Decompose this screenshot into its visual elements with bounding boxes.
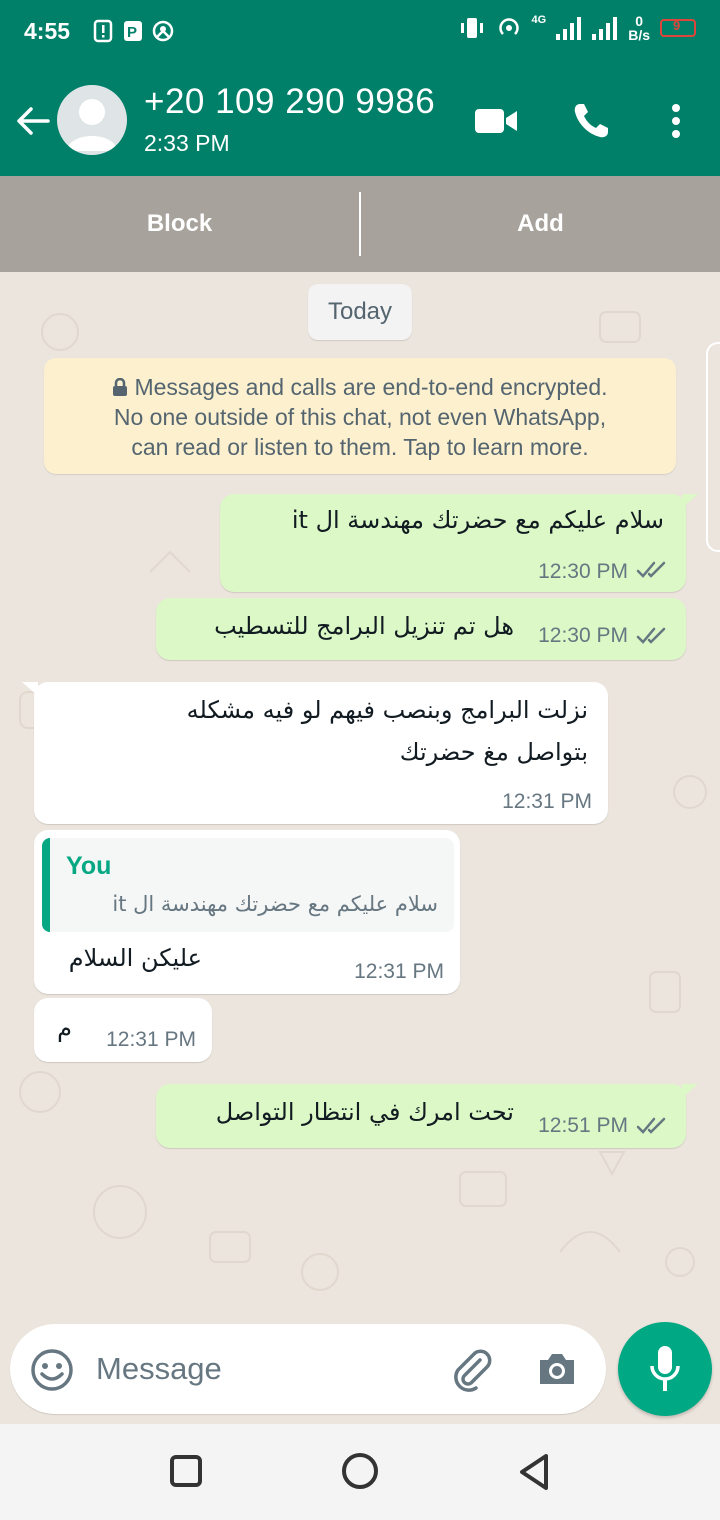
- emoji-icon[interactable]: [30, 1348, 74, 1392]
- vibrate-icon: [460, 18, 483, 38]
- encryption-text-1: Messages and calls are end-to-end encryp…: [134, 374, 608, 400]
- back-arrow-icon[interactable]: [14, 102, 52, 140]
- system-navigation-bar: [0, 1424, 720, 1520]
- message-text: م: [57, 1014, 72, 1042]
- read-receipt-icon: [636, 627, 666, 644]
- voice-call-icon[interactable]: [570, 100, 612, 142]
- lock-icon: [113, 378, 128, 396]
- message-time: 12:31 PM: [106, 1028, 196, 1051]
- message-bubble-incoming[interactable]: نزلت البرامج وبنصب فيهم لو فيه مشكله بتو…: [22, 682, 608, 824]
- bubble-tail: [682, 1084, 698, 1098]
- signal-icon-1: [556, 17, 582, 40]
- encryption-notice[interactable]: Messages and calls are end-to-end encryp…: [44, 358, 676, 474]
- bubble-tail: [682, 494, 698, 508]
- message-text-line-1: نزلت البرامج وبنصب فيهم لو فيه مشكله: [186, 696, 588, 724]
- message-text: هل تم تنزيل البرامج للتسطيب: [214, 612, 514, 640]
- network-type: 4G: [531, 14, 547, 26]
- message-text: سلام عليكم مع حضرتك مهندسة ال it: [291, 506, 664, 534]
- message-bubble-incoming[interactable]: م 12:31 PM: [34, 998, 212, 1062]
- location-app-icon: [152, 20, 174, 42]
- mic-icon: [650, 1346, 680, 1391]
- composer-bar: [0, 1322, 720, 1424]
- read-receipt-icon: [636, 561, 666, 578]
- parking-app-icon: P: [124, 21, 142, 41]
- battery-icon: 9: [660, 18, 696, 37]
- net-speed-value: 0: [635, 13, 643, 29]
- camera-icon[interactable]: [536, 1350, 578, 1388]
- status-bar: 4:55 P 4G 0 B/s 9: [0, 0, 720, 66]
- add-contact-button[interactable]: Add: [361, 176, 720, 272]
- chat-area[interactable]: Today Messages and calls are end-to-end …: [0, 272, 720, 1322]
- encryption-line-1: Messages and calls are end-to-end encryp…: [44, 372, 676, 402]
- message-text: تحت امرك في انتظار التواصل: [215, 1098, 514, 1126]
- quote-text: سلام عليكم مع حضرتك مهندسة ال it: [112, 892, 438, 916]
- signal-icon-2: [592, 17, 618, 40]
- hotspot-icon: [498, 18, 519, 35]
- message-composer: [10, 1324, 606, 1414]
- more-options-icon[interactable]: [660, 100, 692, 142]
- last-seen: 2:33 PM: [144, 130, 230, 156]
- status-time: 4:55: [24, 18, 71, 44]
- message-bubble-outgoing[interactable]: سلام عليكم مع حضرتك مهندسة ال it 12:30 P…: [220, 494, 698, 592]
- system-indicators: 4G 0 B/s 9: [458, 14, 696, 42]
- svg-text:P: P: [127, 24, 137, 41]
- video-call-icon[interactable]: [472, 104, 520, 138]
- default-avatar-icon: [67, 99, 117, 151]
- message-bubble-outgoing[interactable]: هل تم تنزيل البرامج للتسطيب 12:30 PM: [156, 598, 686, 660]
- quote-author: You: [66, 852, 112, 880]
- message-bubble-outgoing[interactable]: تحت امرك في انتظار التواصل 12:51 PM: [156, 1084, 698, 1148]
- home-button[interactable]: [342, 1453, 378, 1489]
- nav-back-icon[interactable]: [516, 1452, 552, 1492]
- unknown-contact-actions: Block Add: [0, 176, 720, 272]
- side-edge-panel-handle[interactable]: [706, 342, 720, 552]
- contact-name[interactable]: +20 109 290 9986: [144, 82, 435, 122]
- message-text-line-2: بتواصل مغ حضرتك: [399, 738, 588, 766]
- alert-notification-icon: [93, 19, 113, 43]
- recent-apps-button[interactable]: [170, 1455, 202, 1487]
- attach-icon[interactable]: [448, 1346, 494, 1392]
- quote-accent-bar: [42, 838, 50, 932]
- encryption-line-3: can read or listen to them. Tap to learn…: [131, 434, 589, 460]
- message-time: 12:51 PM: [538, 1114, 628, 1137]
- quoted-message[interactable]: You سلام عليكم مع حضرتك مهندسة ال it: [42, 838, 454, 932]
- message-time: 12:31 PM: [354, 960, 444, 983]
- avatar[interactable]: [57, 85, 127, 155]
- chat-header: +20 109 290 9986 2:33 PM: [0, 66, 720, 176]
- message-time: 12:30 PM: [538, 624, 628, 647]
- battery-level: 9: [673, 18, 681, 33]
- notification-icons: P: [92, 18, 174, 44]
- net-speed: 0 B/s: [628, 14, 650, 42]
- message-time: 12:31 PM: [502, 790, 592, 813]
- read-receipt-icon: [636, 1117, 666, 1134]
- encryption-line-2: No one outside of this chat, not even Wh…: [113, 404, 607, 430]
- message-text: عليكن السلام: [68, 944, 202, 972]
- message-bubble-incoming-reply[interactable]: You سلام عليكم مع حضرتك مهندسة ال it علي…: [34, 830, 460, 994]
- message-time: 12:30 PM: [538, 560, 628, 583]
- net-speed-unit: B/s: [628, 27, 650, 43]
- bubble-tail: [22, 682, 38, 696]
- date-chip: Today: [308, 284, 412, 340]
- voice-record-button[interactable]: [618, 1322, 712, 1416]
- message-input[interactable]: [96, 1346, 416, 1392]
- block-button[interactable]: Block: [0, 176, 359, 272]
